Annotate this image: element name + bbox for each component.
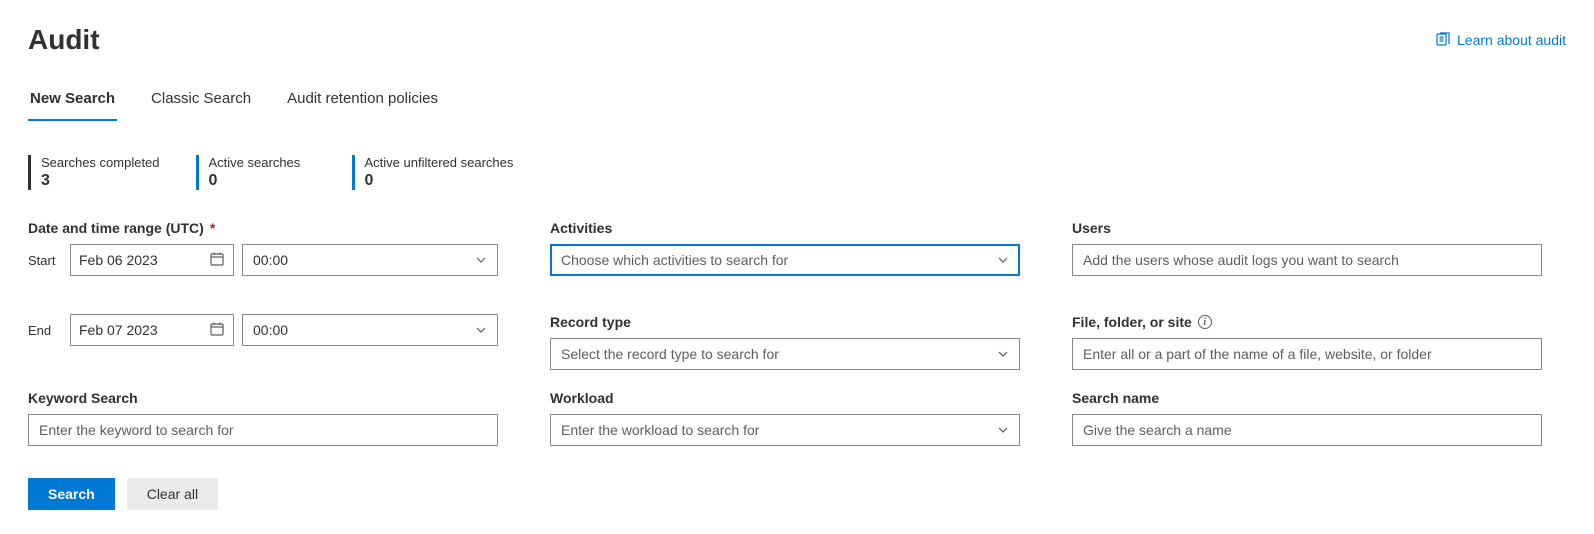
activities-dropdown[interactable]: Choose which activities to search for — [550, 244, 1020, 276]
end-date-value: Feb 07 2023 — [79, 322, 158, 338]
stat-label: Searches completed — [41, 155, 160, 170]
clear-all-button[interactable]: Clear all — [127, 478, 218, 510]
tabs: New Search Classic Search Audit retentio… — [28, 84, 1566, 121]
record-type-label: Record type — [550, 314, 1020, 330]
learn-icon — [1435, 31, 1451, 50]
stat-label: Active unfiltered searches — [365, 155, 514, 170]
chevron-down-icon — [997, 424, 1009, 436]
page-title: Audit — [28, 24, 100, 56]
end-time-value: 00:00 — [253, 322, 288, 338]
workload-label: Workload — [550, 390, 1020, 406]
start-date-value: Feb 06 2023 — [79, 252, 158, 268]
start-date-input[interactable]: Feb 06 2023 — [70, 244, 234, 276]
keyword-input[interactable] — [28, 414, 498, 446]
tab-classic-search[interactable]: Classic Search — [149, 84, 253, 121]
search-button[interactable]: Search — [28, 478, 115, 510]
activities-label: Activities — [550, 220, 1020, 236]
tab-audit-retention-policies[interactable]: Audit retention policies — [285, 84, 440, 121]
users-input[interactable] — [1072, 244, 1542, 276]
stat-value: 0 — [365, 172, 514, 190]
file-label: File, folder, or site i — [1072, 314, 1542, 330]
stat-label: Active searches — [209, 155, 316, 170]
learn-about-audit-link[interactable]: Learn about audit — [1435, 31, 1566, 50]
keyword-label: Keyword Search — [28, 390, 498, 406]
users-label: Users — [1072, 220, 1542, 236]
start-time-value: 00:00 — [253, 252, 288, 268]
chevron-down-icon — [997, 254, 1009, 266]
file-input[interactable] — [1072, 338, 1542, 370]
workload-dropdown[interactable]: Enter the workload to search for — [550, 414, 1020, 446]
calendar-icon — [209, 321, 225, 340]
start-time-input[interactable]: 00:00 — [242, 244, 498, 276]
stat-active-unfiltered-searches: Active unfiltered searches 0 — [352, 155, 514, 190]
stat-value: 0 — [209, 172, 316, 190]
stat-value: 3 — [41, 172, 160, 190]
search-name-label: Search name — [1072, 390, 1542, 406]
chevron-down-icon — [475, 254, 487, 266]
stats-row: Searches completed 3 Active searches 0 A… — [28, 155, 1566, 190]
end-date-input[interactable]: Feb 07 2023 — [70, 314, 234, 346]
tab-new-search[interactable]: New Search — [28, 84, 117, 121]
activities-placeholder: Choose which activities to search for — [561, 252, 788, 268]
chevron-down-icon — [475, 324, 487, 336]
stat-active-searches: Active searches 0 — [196, 155, 316, 190]
record-type-placeholder: Select the record type to search for — [561, 346, 779, 362]
required-asterisk: * — [210, 220, 215, 236]
calendar-icon — [209, 251, 225, 270]
workload-placeholder: Enter the workload to search for — [561, 422, 759, 438]
record-type-dropdown[interactable]: Select the record type to search for — [550, 338, 1020, 370]
end-time-input[interactable]: 00:00 — [242, 314, 498, 346]
search-name-input[interactable] — [1072, 414, 1542, 446]
start-sub-label: Start — [28, 253, 62, 268]
stat-searches-completed: Searches completed 3 — [28, 155, 160, 190]
date-range-label: Date and time range (UTC)* — [28, 220, 498, 236]
chevron-down-icon — [997, 348, 1009, 360]
end-sub-label: End — [28, 323, 62, 338]
learn-link-label: Learn about audit — [1457, 32, 1566, 48]
info-icon[interactable]: i — [1198, 315, 1212, 329]
